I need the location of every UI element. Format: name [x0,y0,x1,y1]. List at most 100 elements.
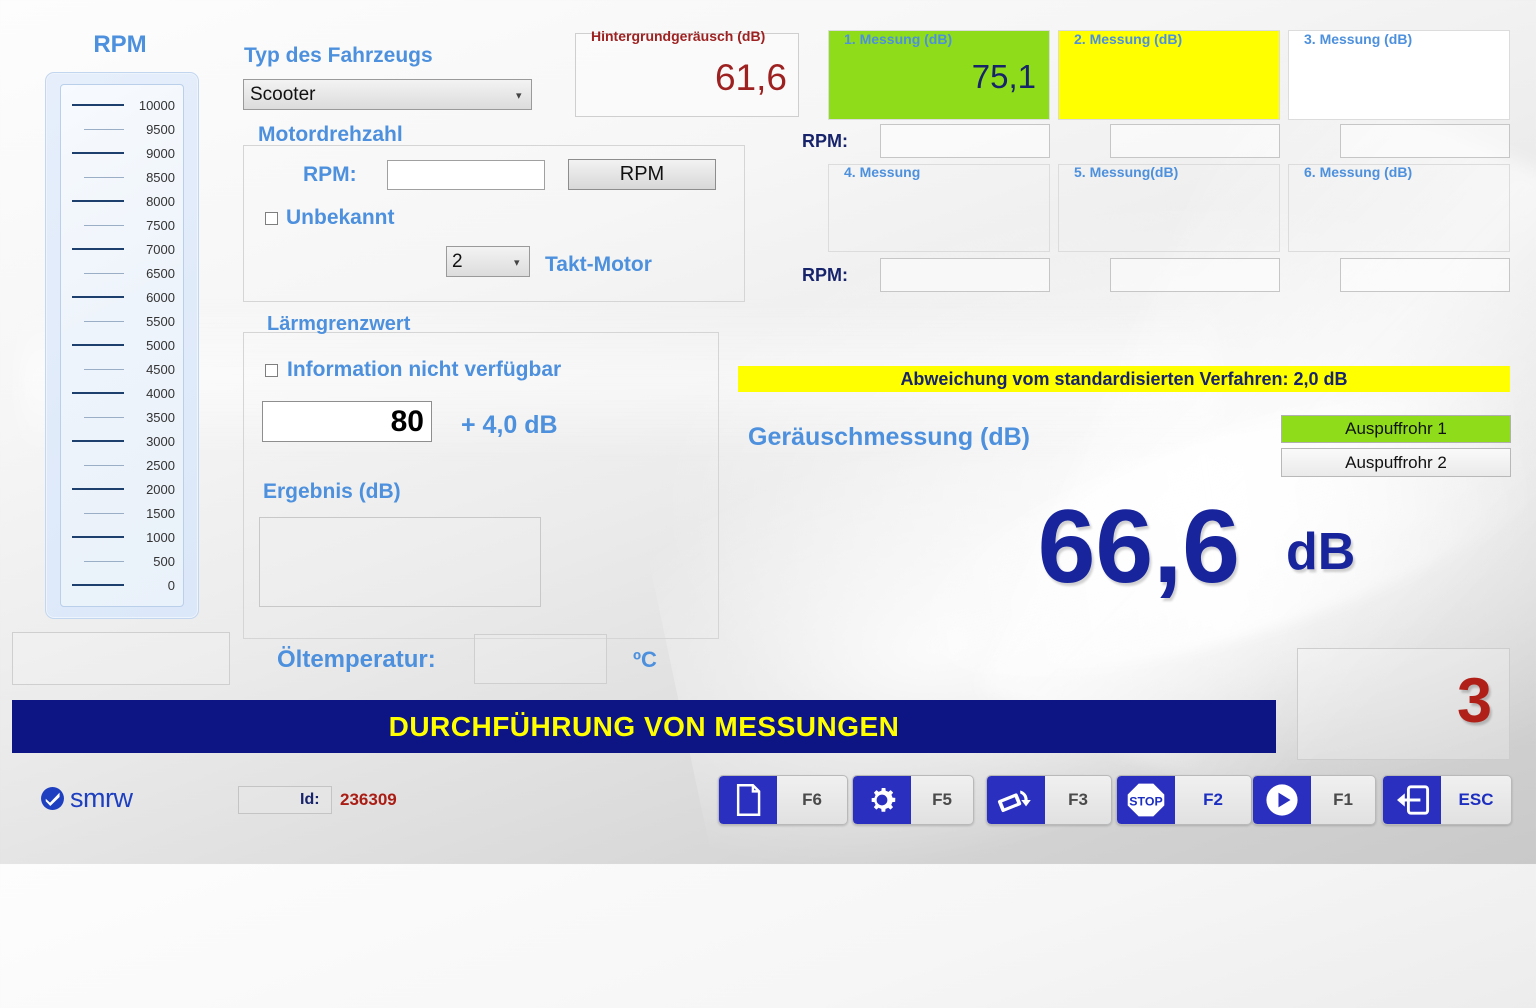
rpm-tick-label: 0 [167,577,175,593]
rpm-gauge-title: RPM [93,31,147,58]
rpm-tick-label: 9500 [146,121,175,137]
measurement-count-value: 3 [1456,666,1492,736]
rpm-tick-label: 10000 [138,97,175,113]
exhaust-pipe-1-button[interactable]: Auspuffrohr 1 [1281,415,1511,443]
rpm-button[interactable]: RPM [568,159,716,190]
noise-measurement-unit: dB [1286,523,1356,581]
info-unavailable-row[interactable]: Information nicht verfügbar [265,358,561,382]
rpm-tick-line [84,512,124,514]
stroke-motor-label: Takt-Motor [545,253,652,276]
status-bar: DURCHFÜHRUNG VON MESSUNGEN [12,700,1276,753]
rpm-tick-line [84,224,124,226]
fkey-f1-button[interactable]: F1 [1252,775,1376,825]
rpm-tick-line [84,128,124,130]
rpm-tick: 10000 [61,97,175,113]
bottom-left-field[interactable] [12,632,230,685]
rpm-tick-line [72,488,124,490]
rpm-tick-line [72,440,124,442]
fkey-label: F2 [1203,790,1223,809]
fkey-esc-button[interactable]: ESC [1382,775,1512,825]
rpm-tick-line [84,464,124,466]
rpm-tick-label: 2500 [146,457,175,473]
exhaust-pipe-2-button[interactable]: Auspuffrohr 2 [1281,448,1511,477]
rpm-tick-line [84,320,124,322]
fkey-label: ESC [1458,790,1494,809]
rpm-tick: 4500 [61,361,175,377]
rpm-tick: 2500 [61,457,175,473]
vehicle-type-select[interactable]: Scooter [243,79,532,110]
engine-speed-group-label: Motordrehzahl [258,123,403,146]
rpm-tick-line [72,200,124,202]
stroke-count-select[interactable]: 24 [446,246,530,277]
measurement-label: 4. Messung [844,164,921,180]
deviation-banner: Abweichung vom standardisierten Verfahre… [738,366,1510,392]
gear-icon [853,776,911,824]
repeat-measure-icon [987,776,1045,824]
rpm-tick-label: 3500 [146,409,175,425]
rpm-tick-line [72,344,124,346]
fkey-label: F3 [1068,790,1088,809]
fkey-label: F1 [1333,790,1353,809]
measurement-rpm-input[interactable] [1340,124,1510,158]
rpm-tick: 9000 [61,146,175,161]
rpm-tick-label: 5000 [146,337,175,353]
measurement-rpm-input[interactable] [1110,124,1280,158]
oil-temperature-unit: ºC [633,647,657,672]
measurement-rpm-input[interactable] [1340,258,1510,292]
result-field-label: Ergebnis (dB) [263,480,401,503]
play-icon [1253,776,1311,824]
measurement-label: 6. Messung (dB) [1304,164,1413,180]
rpm-tick-line [72,248,124,250]
rpm-tick-line [72,296,124,298]
measurement-rpm-input[interactable] [880,258,1050,292]
rpm-tick-line [84,416,124,418]
rpm-tick: 5000 [61,337,175,353]
oil-temperature-label: Öltemperatur: [277,646,436,673]
background-noise-label: Hintergrundgeräusch (dB) [591,28,766,44]
rpm-tick-label: 5500 [146,313,175,329]
rpm-tick-line [84,272,124,274]
rpm-tick-label: 7000 [146,241,175,257]
oil-temperature-input[interactable] [474,634,607,684]
unknown-rpm-label: Unbekannt [286,206,395,229]
noise-limit-input[interactable] [262,401,432,442]
engine-rpm-label: RPM: [303,163,357,186]
rpm-tick-line [72,584,124,586]
measurement-rpm-input[interactable] [1110,258,1280,292]
engine-rpm-input[interactable] [387,160,545,190]
measurement-rpm-input[interactable] [880,124,1050,158]
fkey-label: F6 [802,790,822,809]
rpm-tick-label: 4500 [146,361,175,377]
id-value: 236309 [340,790,397,809]
check-circle-icon [41,787,64,810]
rpm-tick-label: 4000 [146,385,175,401]
measurement-rpm-label: RPM: [802,265,848,285]
unknown-rpm-row[interactable]: Unbekannt [265,206,395,230]
fkey-f3-button[interactable]: F3 [986,775,1112,825]
rpm-tick: 500 [61,554,175,569]
noise-measurement-value: 66,6 [1037,489,1240,605]
info-unavailable-label: Information nicht verfügbar [287,358,562,381]
rpm-tick: 8000 [61,194,175,209]
rpm-tick-label: 7500 [146,217,175,233]
rpm-tick-label: 1000 [146,529,175,545]
rpm-tick: 3500 [61,409,175,425]
fkey-f2-button[interactable]: STOP F2 [1116,775,1252,825]
rpm-tick-line [72,104,124,106]
rpm-tick: 0 [61,577,175,593]
measurement-label: 2. Messung (dB) [1074,31,1183,47]
fkey-f6-button[interactable]: F6 [718,775,848,825]
id-label: Id: [300,791,320,808]
rpm-tick: 9500 [61,121,175,137]
unknown-rpm-checkbox[interactable] [265,211,278,225]
rpm-tick-line [72,536,124,538]
rpm-tick-line [84,176,124,178]
vehicle-type-label: Typ des Fahrzeugs [244,44,433,67]
rpm-gauge: 10000 9500 9000 8500 8000 7500 7000 6500 6000 550… [45,72,199,619]
fkey-f5-button[interactable]: F5 [852,775,974,825]
status-bar-text: DURCHFÜHRUNG VON MESSUNGEN [388,710,900,742]
svg-text:STOP: STOP [1129,795,1162,809]
measurement-label: 5. Messung(dB) [1074,164,1179,180]
info-unavailable-checkbox[interactable] [265,363,278,377]
document-icon [719,776,777,824]
